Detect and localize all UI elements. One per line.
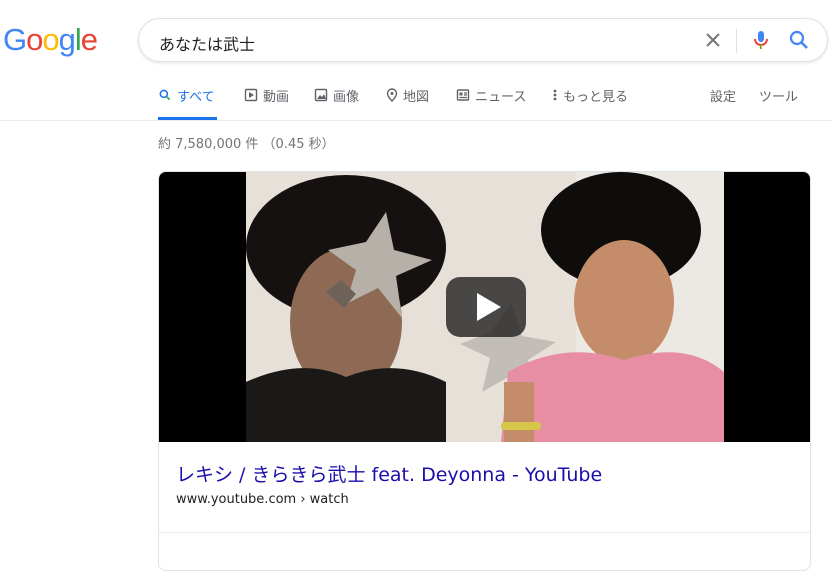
logo-letter: o xyxy=(26,22,43,57)
mic-icon[interactable] xyxy=(749,28,773,52)
tab-maps[interactable]: 地図 xyxy=(386,86,429,120)
video-result-card[interactable]: レキシ / きらきら武士 feat. Deyonna - YouTube www… xyxy=(158,171,811,571)
settings-link[interactable]: 設定 xyxy=(710,86,736,120)
search-divider xyxy=(736,29,737,53)
search-icon[interactable] xyxy=(787,28,811,52)
settings-label: 設定 xyxy=(710,90,737,105)
tab-images[interactable]: 画像 xyxy=(314,86,359,120)
card-divider xyxy=(159,532,810,533)
image-icon xyxy=(314,88,328,102)
tab-label: 動画 xyxy=(263,90,290,105)
result-title-link[interactable]: レキシ / きらきら武士 feat. Deyonna - YouTube xyxy=(176,460,602,487)
search-box[interactable]: あなたは武士 xyxy=(138,18,828,62)
result-stats: 約 7,580,000 件 （0.45 秒） xyxy=(158,137,335,152)
header-divider xyxy=(0,120,832,121)
map-pin-icon xyxy=(386,88,398,102)
logo-letter: o xyxy=(42,22,59,57)
google-logo[interactable]: Google xyxy=(3,22,98,58)
tab-label: すべて xyxy=(177,90,215,105)
logo-letter: g xyxy=(58,22,76,57)
search-icon xyxy=(159,89,171,101)
clear-icon[interactable] xyxy=(701,28,725,52)
tools-link[interactable]: ツール xyxy=(759,86,798,120)
tools-label: ツール xyxy=(759,90,799,105)
tab-more[interactable]: もっと見る xyxy=(552,86,628,120)
logo-letter: G xyxy=(3,22,27,57)
tab-all[interactable]: すべて xyxy=(158,86,217,120)
tab-news[interactable]: ニュース xyxy=(456,86,526,120)
tab-videos[interactable]: 動画 xyxy=(244,86,289,120)
news-icon xyxy=(456,89,470,101)
tab-label: 地図 xyxy=(403,90,430,105)
play-icon[interactable] xyxy=(446,277,526,337)
tab-label: もっと見る xyxy=(563,90,629,105)
tab-label: 画像 xyxy=(333,90,360,105)
tab-label: ニュース xyxy=(475,90,527,105)
result-url: www.youtube.com › watch xyxy=(176,492,349,507)
logo-letter: e xyxy=(80,22,98,57)
more-vert-icon xyxy=(553,89,557,101)
play-icon xyxy=(244,88,258,102)
search-input[interactable]: あなたは武士 xyxy=(159,31,255,55)
video-thumbnail[interactable] xyxy=(159,172,810,442)
